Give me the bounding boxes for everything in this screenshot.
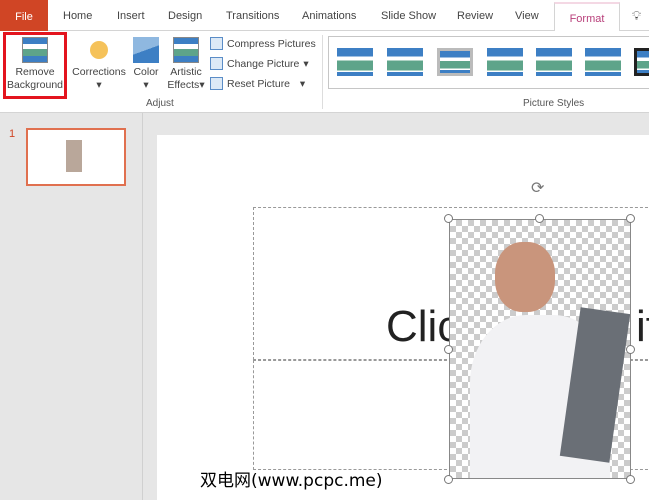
resize-handle[interactable] <box>444 345 453 354</box>
change-picture-icon <box>210 57 223 70</box>
picture-styles-group-label: Picture Styles <box>523 98 585 109</box>
resize-handle[interactable] <box>444 214 453 223</box>
ribbon: Remove Background Corrections ▾ Color ▾ Art… <box>0 31 649 113</box>
reset-picture-icon <box>210 77 223 90</box>
selected-picture[interactable] <box>449 219 631 479</box>
color-icon <box>133 37 159 63</box>
picture-style-2[interactable] <box>387 48 423 76</box>
slide-thumbnail[interactable] <box>26 128 126 186</box>
remove-background-icon <box>22 37 48 63</box>
artistic-effects-icon <box>173 37 199 63</box>
sun-icon <box>90 41 108 59</box>
picture-style-5[interactable] <box>536 48 572 76</box>
tab-animations[interactable]: Animations <box>302 10 356 22</box>
tab-design[interactable]: Design <box>168 10 202 22</box>
watermark: 双电网(www.pcpc.me) <box>200 471 383 491</box>
picture-style-1[interactable] <box>337 48 373 76</box>
resize-handle[interactable] <box>626 475 635 484</box>
artistic-effects-button[interactable]: Artistic Effects▾ <box>164 37 208 92</box>
tab-format[interactable]: Format <box>554 2 620 32</box>
compress-pictures-button[interactable]: Compress Pictures <box>210 37 316 50</box>
tab-slide-show[interactable]: Slide Show <box>381 10 436 22</box>
tab-transitions[interactable]: Transitions <box>226 10 279 22</box>
picture-style-7[interactable] <box>634 48 649 76</box>
title-text-end: it <box>636 302 649 351</box>
tab-file[interactable]: File <box>0 0 48 31</box>
tab-view[interactable]: View <box>515 10 539 22</box>
tab-insert[interactable]: Insert <box>117 10 145 22</box>
tab-review[interactable]: Review <box>457 10 493 22</box>
slide-number: 1 <box>9 128 16 140</box>
lightbulb-icon[interactable]: 💡︎ <box>632 8 641 24</box>
remove-background-button[interactable]: Remove Background <box>4 37 66 92</box>
thumbnail-picture <box>66 140 82 172</box>
picture-style-6[interactable] <box>585 48 621 76</box>
picture-style-4[interactable] <box>487 48 523 76</box>
picture-style-3[interactable] <box>437 48 473 76</box>
change-picture-button[interactable]: Change Picture ▾ <box>210 57 309 70</box>
color-button[interactable]: Color ▾ <box>130 37 162 92</box>
resize-handle[interactable] <box>444 475 453 484</box>
tab-home[interactable]: Home <box>63 10 92 22</box>
rotate-handle-icon[interactable]: ⟳ <box>531 178 544 198</box>
ribbon-tabs: File Home Insert Design Transitions Anim… <box>0 0 649 32</box>
compress-icon <box>210 37 223 50</box>
person-head <box>495 242 555 312</box>
group-divider <box>322 35 323 109</box>
reset-picture-button[interactable]: Reset Picture ▾ <box>210 77 305 90</box>
resize-handle[interactable] <box>626 345 635 354</box>
adjust-group-label: Adjust <box>146 98 174 109</box>
picture-styles-gallery <box>328 36 649 89</box>
resize-handle[interactable] <box>626 214 635 223</box>
resize-handle[interactable] <box>535 214 544 223</box>
corrections-button[interactable]: Corrections ▾ <box>70 37 128 92</box>
